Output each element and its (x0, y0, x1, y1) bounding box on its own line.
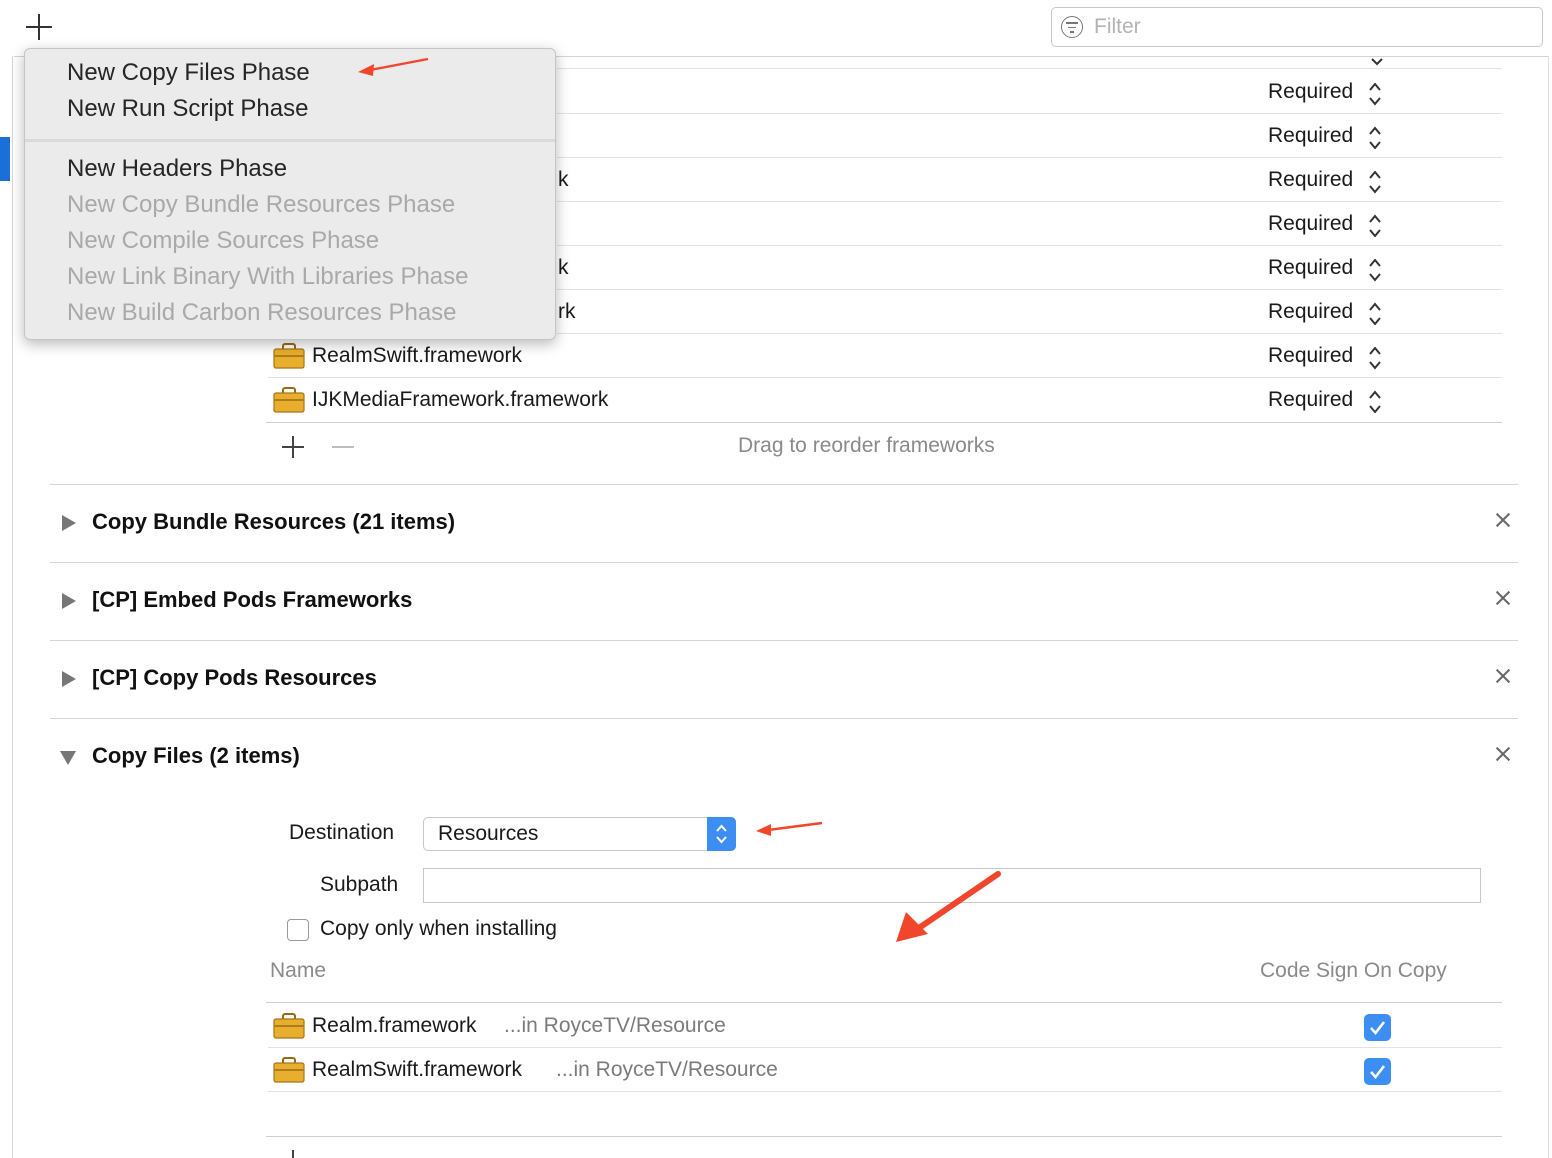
header-divider (266, 1002, 1502, 1003)
menu-item-new-copy-bundle-resources-phase: New Copy Bundle Resources Phase (67, 191, 456, 218)
phase-title: Copy Files (2 items) (92, 743, 300, 768)
destination-value: Resources (438, 822, 539, 845)
add-framework-button[interactable] (282, 436, 304, 458)
annotation-arrow-icon (756, 821, 823, 836)
up-down-chevron-icon (716, 824, 727, 844)
copy-only-checkbox[interactable] (287, 919, 309, 941)
status-popup[interactable]: Required (1268, 256, 1353, 280)
phase-title: [CP] Copy Pods Resources (92, 665, 377, 690)
framework-name: k (558, 168, 569, 191)
framework-name: IJKMediaFramework.framework (312, 388, 609, 411)
row-divider (557, 68, 1502, 69)
select-stepper[interactable] (707, 817, 736, 851)
list-bottom-divider (266, 1136, 1502, 1137)
status-popup[interactable]: Required (1268, 168, 1353, 192)
up-down-chevron-icon[interactable] (1368, 81, 1382, 107)
menu-separator (25, 139, 555, 142)
add-phase-button[interactable] (26, 14, 52, 40)
scroll-edge (1548, 56, 1549, 1158)
checkmark-icon (1370, 1021, 1386, 1036)
file-name: RealmSwift.framework (312, 1058, 523, 1081)
table-row[interactable]: Realm.framework ...in RoyceTV/Resource (268, 1004, 1502, 1048)
menu-item-new-link-binary-phase: New Link Binary With Libraries Phase (67, 263, 469, 290)
status-popup[interactable]: Required (1268, 80, 1353, 104)
drag-hint: Drag to reorder frameworks (738, 434, 995, 457)
up-down-chevron-icon[interactable] (1368, 213, 1382, 239)
filter-field[interactable] (1051, 7, 1543, 47)
menu-item-new-copy-files-phase[interactable]: New Copy Files Phase (67, 59, 310, 87)
subpath-label: Subpath (320, 873, 399, 896)
row-divider (268, 1091, 1502, 1092)
close-icon[interactable] (1494, 745, 1512, 763)
status-popup[interactable]: Required (1268, 124, 1353, 148)
file-location: ...in RoyceTV/Resource (504, 1014, 726, 1037)
destination-label: Destination (289, 821, 395, 844)
menu-item-new-headers-phase[interactable]: New Headers Phase (67, 155, 287, 183)
list-bottom-divider (266, 422, 1502, 423)
table-row[interactable]: RealmSwift.framework ...in RoyceTV/Resou… (268, 1048, 1502, 1092)
menu-item-new-build-carbon-resources-phase: New Build Carbon Resources Phase (67, 299, 457, 326)
phase-title: Copy Bundle Resources (21 items) (92, 509, 456, 534)
column-header-name[interactable]: Name (270, 959, 326, 983)
filter-icon (1061, 16, 1083, 38)
annotation-arrow-icon (896, 871, 1001, 942)
framework-toolbox-icon (273, 387, 305, 413)
phase-copy-files[interactable]: Copy Files (2 items) (50, 719, 1518, 797)
destination-select[interactable]: Resources (423, 817, 736, 851)
status-popup[interactable]: Required (1268, 388, 1353, 412)
framework-toolbox-icon (273, 1057, 305, 1083)
framework-name: RealmSwift.framework (312, 344, 523, 367)
file-location: ...in RoyceTV/Resource (556, 1058, 778, 1081)
phase-copy-bundle-resources[interactable]: Copy Bundle Resources (21 items) (50, 485, 1518, 563)
status-popup[interactable]: Required (1268, 344, 1353, 368)
up-down-chevron-icon[interactable] (1368, 389, 1382, 415)
phase-embed-pods-frameworks[interactable]: [CP] Embed Pods Frameworks (50, 563, 1518, 641)
sidebar-divider (12, 56, 13, 1158)
up-down-chevron-icon[interactable] (1368, 125, 1382, 151)
framework-name: rk (558, 300, 576, 323)
status-popup[interactable]: Required (1268, 300, 1353, 324)
framework-name: k (558, 256, 569, 279)
disclosure-triangle-expanded-icon[interactable] (60, 751, 76, 765)
disclosure-triangle-icon[interactable] (62, 593, 76, 609)
up-down-chevron-icon[interactable] (1368, 169, 1382, 195)
column-header-code-sign[interactable]: Code Sign On Copy (1260, 959, 1447, 983)
framework-toolbox-icon (273, 1013, 305, 1039)
status-popup[interactable]: Required (1268, 212, 1353, 236)
file-name: Realm.framework (312, 1014, 477, 1037)
code-sign-checkbox[interactable] (1364, 1014, 1391, 1041)
phase-title: [CP] Embed Pods Frameworks (92, 587, 413, 612)
close-icon[interactable] (1494, 511, 1512, 529)
up-down-chevron-icon[interactable] (1368, 257, 1382, 283)
close-icon[interactable] (1494, 589, 1512, 607)
up-down-chevron-icon[interactable] (1368, 345, 1382, 371)
phase-copy-pods-resources[interactable]: [CP] Copy Pods Resources (50, 641, 1518, 719)
menu-item-new-run-script-phase[interactable]: New Run Script Phase (67, 95, 308, 123)
add-phase-menu[interactable]: New Copy Files Phase New Run Script Phas… (24, 48, 556, 340)
framework-toolbox-icon (273, 343, 305, 369)
disclosure-triangle-icon[interactable] (62, 515, 76, 531)
copy-only-label[interactable]: Copy only when installing (320, 917, 557, 941)
framework-row[interactable]: RealmSwift.framework Required (268, 334, 1502, 378)
sidebar-selection-indicator[interactable] (0, 137, 10, 181)
close-icon[interactable] (1494, 667, 1512, 685)
remove-framework-button[interactable] (332, 446, 354, 448)
code-sign-checkbox[interactable] (1364, 1058, 1391, 1085)
up-down-chevron-icon[interactable] (1368, 301, 1382, 327)
annotation-arrow-icon (358, 57, 429, 76)
chevron-fragment-icon (1371, 58, 1383, 66)
disclosure-triangle-icon[interactable] (62, 671, 76, 687)
checkmark-icon (1370, 1065, 1386, 1080)
menu-item-new-compile-sources-phase: New Compile Sources Phase (67, 227, 380, 254)
filter-input[interactable] (1094, 12, 1524, 42)
add-file-button[interactable] (292, 1150, 294, 1158)
framework-row[interactable]: IJKMediaFramework.framework Required (268, 378, 1502, 422)
